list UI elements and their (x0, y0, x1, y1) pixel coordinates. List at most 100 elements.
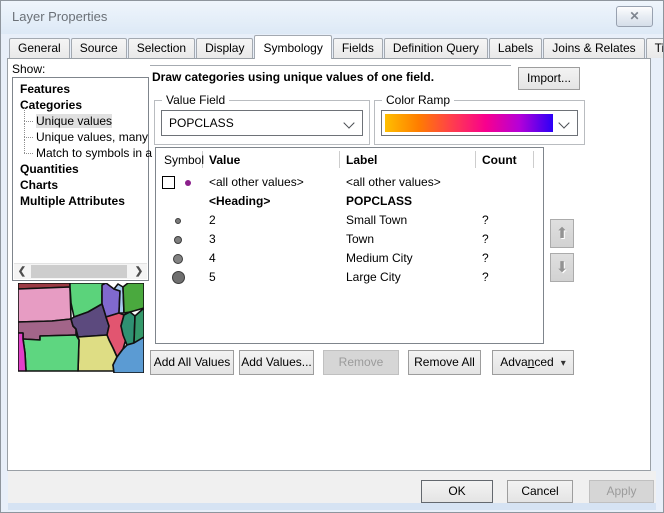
category-row[interactable]: <all other values><all other values> (156, 173, 543, 192)
tab-strip: GeneralSourceSelectionDisplaySymbologyFi… (9, 38, 664, 59)
caret-down-icon: ▾ (561, 358, 566, 369)
label-cell: Large City (346, 268, 401, 287)
tab-time[interactable]: Time (646, 38, 664, 58)
color-ramp-group: Color Ramp (374, 100, 585, 145)
scrollbar-thumb[interactable] (31, 265, 127, 278)
tree-horizontal-scrollbar[interactable]: ❮ ❯ (14, 263, 147, 279)
category-row[interactable]: <Heading> POPCLASS (156, 192, 543, 211)
ok-button[interactable]: OK (421, 480, 493, 503)
value-cell: <all other values> (209, 173, 304, 192)
symbology-tab-page: Show: FeaturesCategoriesUnique valuesUni… (7, 58, 651, 471)
count-cell: ? (482, 268, 489, 287)
apply-button[interactable]: Apply (589, 480, 654, 503)
color-ramp-gradient (385, 114, 553, 132)
chevron-down-icon (558, 117, 569, 128)
show-item-label: Multiple Attributes (20, 194, 125, 208)
show-item-features[interactable]: Features (13, 81, 148, 97)
close-button[interactable]: ✕ (616, 6, 653, 27)
symbol-cell[interactable] (156, 173, 203, 192)
show-item-categories[interactable]: Categories (13, 97, 148, 113)
column-header-symbol[interactable]: Symbol (164, 153, 204, 167)
tab-labels[interactable]: Labels (489, 38, 542, 58)
tab-source[interactable]: Source (71, 38, 127, 58)
color-ramp-dropdown[interactable] (381, 110, 578, 136)
value-field-value: POPCLASS (169, 111, 234, 135)
show-tree-list: FeaturesCategoriesUnique values Unique va… (12, 77, 149, 281)
show-item-label: Quantities (20, 162, 79, 176)
category-row[interactable]: 3Town? (156, 230, 543, 249)
show-item-charts[interactable]: Charts (13, 177, 148, 193)
column-header-count[interactable]: Count (482, 153, 517, 167)
scroll-right-icon[interactable]: ❯ (131, 264, 147, 280)
tab-display[interactable]: Display (196, 38, 253, 58)
tab-fields[interactable]: Fields (333, 38, 383, 58)
point-symbol-icon (185, 180, 191, 186)
arrow-up-icon: ⬆ (556, 225, 569, 242)
value-cell: 3 (209, 230, 216, 249)
symbol-cell[interactable] (156, 192, 203, 211)
cancel-button[interactable]: Cancel (507, 480, 573, 503)
tab-symbology[interactable]: Symbology (254, 35, 331, 59)
symbol-cell[interactable] (156, 211, 203, 230)
value-cell: <Heading> (209, 192, 270, 211)
categories-table[interactable]: Symbol Value Label Count <all other valu… (155, 147, 544, 344)
remove-button[interactable]: Remove (323, 350, 399, 375)
symbol-cell[interactable] (156, 249, 203, 268)
column-header-value[interactable]: Value (209, 153, 240, 167)
count-cell: ? (482, 249, 489, 268)
show-item-unique-values[interactable]: Unique values (13, 113, 148, 129)
arrow-down-icon: ⬇ (556, 259, 569, 276)
heading-separator (150, 65, 511, 66)
show-item-match-to-symbols-in-a[interactable]: Match to symbols in a (13, 145, 148, 161)
tab-joins-relates[interactable]: Joins & Relates (543, 38, 644, 58)
color-ramp-label: Color Ramp (382, 93, 454, 107)
graduated-circle-icon (173, 254, 183, 264)
graduated-circle-icon (174, 236, 182, 244)
advanced-button[interactable]: Advanced▾ (492, 350, 574, 375)
tab-selection[interactable]: Selection (128, 38, 195, 58)
label-cell: Town (346, 230, 374, 249)
column-header-label[interactable]: Label (346, 153, 377, 167)
category-row[interactable]: 4Medium City? (156, 249, 543, 268)
show-item-quantities[interactable]: Quantities (13, 161, 148, 177)
import-button[interactable]: Import... (518, 67, 580, 90)
categories-table-rows: <all other values><all other values><Hea… (156, 173, 543, 287)
layer-preview-map (18, 283, 144, 373)
remove-all-button[interactable]: Remove All (408, 350, 481, 375)
title-bar[interactable]: Layer Properties ✕ (1, 1, 663, 34)
tab-general[interactable]: General (9, 38, 70, 58)
count-cell: ? (482, 211, 489, 230)
window-bottom-edge (8, 503, 656, 510)
value-field-dropdown[interactable]: POPCLASS (161, 110, 363, 136)
tab-definition-query[interactable]: Definition Query (384, 38, 488, 58)
move-down-button[interactable]: ⬇ (550, 253, 574, 282)
chevron-down-icon (343, 117, 354, 128)
symbol-cell[interactable] (156, 230, 203, 249)
value-cell: 4 (209, 249, 216, 268)
show-item-label: Unique values, many (36, 130, 148, 144)
graduated-circle-icon (172, 271, 185, 284)
close-icon: ✕ (629, 9, 639, 23)
map-region (123, 283, 144, 313)
show-item-label: Features (20, 82, 70, 96)
category-row[interactable]: 2Small Town? (156, 211, 543, 230)
value-field-group: Value Field POPCLASS (154, 100, 370, 145)
category-row[interactable]: 5 Large City? (156, 268, 543, 287)
value-cell: 5 (209, 268, 216, 287)
show-tree-items: FeaturesCategoriesUnique values Unique va… (13, 81, 148, 209)
move-up-button[interactable]: ⬆ (550, 219, 574, 248)
show-item-unique-values-many[interactable]: Unique values, many (13, 129, 148, 145)
symbol-cell[interactable] (156, 268, 203, 287)
all-other-values-checkbox[interactable] (162, 176, 175, 189)
show-item-multiple-attributes[interactable]: Multiple Attributes (13, 193, 148, 209)
add-values-button[interactable]: Add Values... (239, 350, 314, 375)
show-item-label: Charts (20, 178, 58, 192)
window-title: Layer Properties (12, 9, 107, 24)
show-item-label: Unique values (36, 114, 112, 128)
add-all-values-button[interactable]: Add All Values (150, 350, 234, 375)
label-cell: POPCLASS (346, 192, 412, 211)
map-region (23, 335, 79, 371)
show-item-label: Match to symbols in a (36, 146, 152, 160)
value-field-label: Value Field (162, 93, 229, 107)
scroll-left-icon[interactable]: ❮ (14, 264, 30, 280)
